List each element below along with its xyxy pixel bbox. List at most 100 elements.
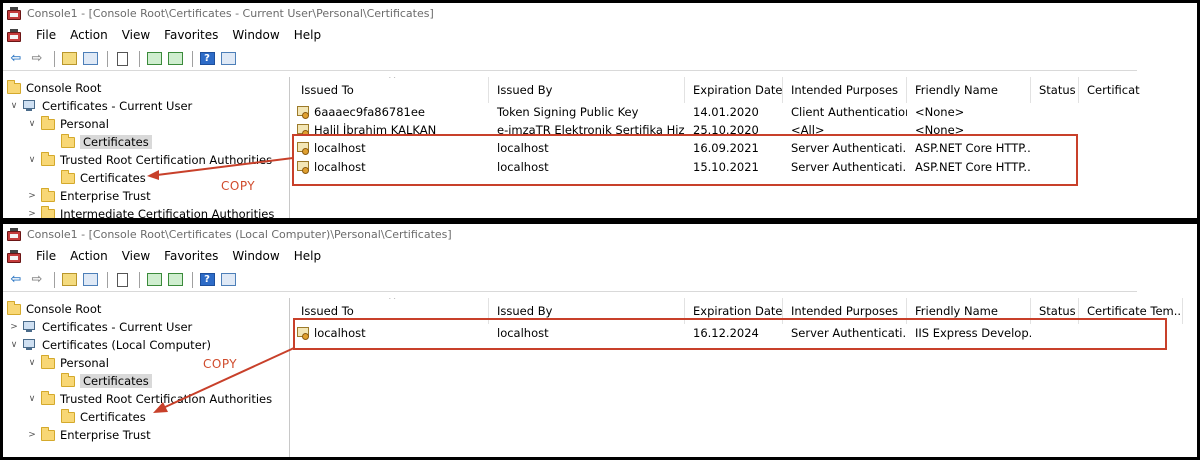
chevron-down-icon[interactable]: ∨ bbox=[9, 101, 19, 111]
up-folder-icon[interactable] bbox=[60, 271, 78, 289]
menu-help[interactable]: Help bbox=[287, 28, 328, 42]
tree-item-enterprise-trust[interactable]: > Enterprise Trust bbox=[27, 187, 151, 205]
sort-ascending-icon: ^ bbox=[388, 298, 397, 306]
chevron-down-icon[interactable]: ∨ bbox=[9, 340, 19, 350]
column-header-issued-by[interactable]: Issued By bbox=[489, 77, 685, 103]
cell-friendly-name: <None> bbox=[915, 123, 965, 135]
toolbar-separator bbox=[107, 50, 108, 67]
forward-arrow-icon[interactable]: ⇨ bbox=[28, 50, 46, 68]
tree-item-label: Console Root bbox=[26, 302, 102, 316]
toolbar-separator bbox=[139, 50, 140, 67]
folder-icon bbox=[41, 151, 55, 166]
certificate-icon bbox=[297, 105, 311, 119]
table-row[interactable]: Halil İbrahim KALKAN e-imzaTR Elektronik… bbox=[293, 121, 1197, 135]
title-bar[interactable]: Console1 - [Console Root\Certificates - … bbox=[3, 3, 1197, 23]
tree-item-enterprise-trust[interactable]: > Enterprise Trust bbox=[27, 426, 151, 444]
system-menu-icon[interactable] bbox=[7, 249, 21, 263]
action-pane-icon[interactable] bbox=[219, 50, 237, 68]
menu-favorites[interactable]: Favorites bbox=[157, 28, 225, 42]
help-icon[interactable]: ? bbox=[198, 50, 216, 68]
column-header-friendly-name[interactable]: Friendly Name bbox=[907, 77, 1031, 103]
chevron-down-icon[interactable]: ∨ bbox=[27, 394, 37, 404]
column-header-status[interactable]: Status bbox=[1031, 77, 1079, 103]
tree-item-label: Enterprise Trust bbox=[60, 428, 151, 442]
tree-item-personal-certificates[interactable]: Certificates bbox=[61, 133, 152, 151]
toolbar-separator bbox=[192, 271, 193, 288]
chevron-down-icon[interactable]: ∨ bbox=[27, 155, 37, 165]
column-label: Intended Purposes bbox=[791, 304, 899, 318]
highlight-box bbox=[292, 134, 1078, 186]
toolbar-separator bbox=[54, 271, 55, 288]
column-header-intended-purposes[interactable]: Intended Purposes bbox=[783, 77, 907, 103]
window-title: Console1 - [Console Root\Certificates (L… bbox=[27, 227, 452, 241]
chevron-right-icon[interactable]: > bbox=[9, 322, 19, 332]
column-header-expiration-date[interactable]: Expiration Date bbox=[685, 77, 783, 103]
column-header-issued-to[interactable]: Issued To ^ bbox=[293, 77, 489, 103]
tree-item-certificates-current-user[interactable]: > Certificates - Current User bbox=[9, 318, 192, 336]
toolbar-separator bbox=[54, 50, 55, 67]
menu-file[interactable]: File bbox=[29, 249, 63, 263]
menu-bar: File Action View Favorites Window Help bbox=[3, 245, 1197, 267]
back-arrow-icon[interactable]: ⇦ bbox=[7, 271, 25, 289]
tree-item-personal-certificates[interactable]: Certificates bbox=[61, 372, 152, 390]
toolbar: ⇦ ⇨ ? bbox=[3, 268, 1137, 292]
tree-item-trusted-root-certificates[interactable]: Certificates bbox=[61, 408, 146, 426]
tree-item-label: Certificates - Current User bbox=[42, 320, 193, 334]
certificate-store-icon bbox=[23, 100, 37, 112]
menu-view[interactable]: View bbox=[115, 28, 157, 42]
column-header-certificate-template[interactable]: Certificat bbox=[1079, 77, 1197, 103]
action-pane-icon[interactable] bbox=[219, 271, 237, 289]
mmc-app-icon bbox=[7, 6, 21, 20]
tree-item-label: Certificates bbox=[80, 171, 146, 185]
chevron-down-icon[interactable]: ∨ bbox=[27, 119, 37, 129]
menu-action[interactable]: Action bbox=[63, 249, 115, 263]
tree-item-label: Personal bbox=[60, 356, 109, 370]
properties-icon[interactable] bbox=[113, 271, 131, 289]
sort-ascending-icon: ^ bbox=[388, 77, 397, 85]
menu-view[interactable]: View bbox=[115, 249, 157, 263]
tree-item-certificates-current-user[interactable]: ∨ Certificates - Current User bbox=[9, 97, 193, 115]
folder-icon bbox=[61, 133, 75, 148]
folder-icon bbox=[7, 79, 21, 94]
mmc-window-current-user: Console1 - [Console Root\Certificates - … bbox=[0, 0, 1200, 221]
forward-arrow-icon[interactable]: ⇨ bbox=[28, 271, 46, 289]
table-row[interactable]: 6aaaec9fa86781ee Token Signing Public Ke… bbox=[293, 103, 1197, 121]
up-folder-icon[interactable] bbox=[60, 50, 78, 68]
system-menu-icon[interactable] bbox=[7, 28, 21, 42]
menu-file[interactable]: File bbox=[29, 28, 63, 42]
cell-friendly-name: <None> bbox=[915, 105, 965, 119]
show-hide-tree-icon[interactable] bbox=[81, 271, 99, 289]
menu-action[interactable]: Action bbox=[63, 28, 115, 42]
menu-favorites[interactable]: Favorites bbox=[157, 249, 225, 263]
export-list-icon[interactable] bbox=[166, 50, 184, 68]
highlight-box bbox=[293, 318, 1167, 350]
refresh-icon[interactable] bbox=[145, 50, 163, 68]
show-hide-tree-icon[interactable] bbox=[81, 50, 99, 68]
column-label: Status bbox=[1039, 304, 1076, 318]
cell-intended-purposes: Client Authentication bbox=[791, 105, 907, 119]
tree-item-personal[interactable]: ∨ Personal bbox=[27, 115, 109, 133]
export-list-icon[interactable] bbox=[166, 271, 184, 289]
tree-item-label: Certificates bbox=[80, 374, 152, 388]
tree-item-intermediate-ca[interactable]: > Intermediate Certification Authorities bbox=[27, 205, 274, 218]
chevron-down-icon[interactable]: ∨ bbox=[27, 358, 37, 368]
tree-item-console-root[interactable]: Console Root bbox=[7, 300, 101, 318]
tree-item-console-root[interactable]: Console Root bbox=[7, 79, 101, 97]
folder-icon bbox=[61, 372, 75, 387]
menu-window[interactable]: Window bbox=[225, 249, 286, 263]
column-label: Issued To bbox=[301, 304, 354, 318]
refresh-icon[interactable] bbox=[145, 271, 163, 289]
mmc-app-icon bbox=[7, 227, 21, 241]
chevron-right-icon[interactable]: > bbox=[27, 209, 37, 218]
chevron-right-icon[interactable]: > bbox=[27, 430, 37, 440]
tree-item-personal[interactable]: ∨ Personal bbox=[27, 354, 109, 372]
back-arrow-icon[interactable]: ⇦ bbox=[7, 50, 25, 68]
menu-help[interactable]: Help bbox=[287, 249, 328, 263]
tree-item-trusted-root-certificates[interactable]: Certificates bbox=[61, 169, 146, 187]
properties-icon[interactable] bbox=[113, 50, 131, 68]
title-bar[interactable]: Console1 - [Console Root\Certificates (L… bbox=[3, 224, 1197, 244]
menu-window[interactable]: Window bbox=[225, 28, 286, 42]
chevron-right-icon[interactable]: > bbox=[27, 191, 37, 201]
copy-arrow bbox=[147, 157, 294, 180]
help-icon[interactable]: ? bbox=[198, 271, 216, 289]
